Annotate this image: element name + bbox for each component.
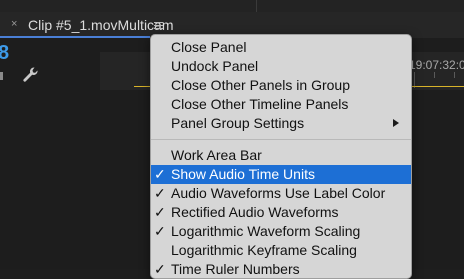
menu-item-show-audio-time-units[interactable]: ✓ Show Audio Time Units (151, 165, 411, 184)
top-strip (0, 0, 464, 12)
ruler-tick (434, 72, 435, 78)
menu-item-audio-waveforms-use-label-color[interactable]: ✓ Audio Waveforms Use Label Color (151, 184, 411, 203)
menu-item-label: Show Audio Time Units (171, 166, 315, 182)
menu-item-logarithmic-waveform-scaling[interactable]: ✓ Logarithmic Waveform Scaling (151, 222, 411, 241)
menu-item-work-area-bar[interactable]: Work Area Bar (151, 146, 411, 165)
checkmark-icon: ✓ (154, 204, 166, 220)
work-area-bar-segment (412, 86, 464, 87)
menu-item-label: Time Ruler Numbers (171, 261, 300, 277)
menu-item-close-other-panels-in-group[interactable]: Close Other Panels in Group (151, 76, 411, 95)
checkmark-icon: ✓ (154, 261, 166, 277)
tab-close-icon[interactable]: × (11, 18, 17, 30)
playhead-timecode[interactable]: 8 (0, 42, 9, 65)
submenu-arrow-icon (393, 119, 399, 127)
menu-item-label: Panel Group Settings (171, 115, 305, 131)
checkmark-icon: ✓ (154, 223, 166, 239)
menu-item-panel-group-settings[interactable]: Panel Group Settings (151, 114, 411, 133)
menu-item-label: Undock Panel (171, 58, 259, 74)
menu-item-close-other-timeline-panels[interactable]: Close Other Timeline Panels (151, 95, 411, 114)
menu-item-label: Close Panel (171, 39, 247, 55)
ruler-tick (454, 72, 455, 78)
menu-item-label: Logarithmic Waveform Scaling (171, 223, 361, 239)
top-strip-divider (256, 0, 257, 12)
menu-item-time-ruler-numbers[interactable]: ✓ Time Ruler Numbers (151, 260, 411, 279)
wrench-icon[interactable] (22, 66, 40, 84)
menu-item-rectified-audio-waveforms[interactable]: ✓ Rectified Audio Waveforms (151, 203, 411, 222)
menu-item-undock-panel[interactable]: Undock Panel (151, 57, 411, 76)
snap-marker (0, 72, 3, 80)
menu-item-close-panel[interactable]: Close Panel (151, 38, 411, 57)
menu-item-label: Rectified Audio Waveforms (171, 204, 339, 220)
ruler-timecode-label: 19:07:32:00 (409, 58, 464, 72)
menu-item-label: Work Area Bar (171, 147, 262, 163)
checkmark-icon: ✓ (154, 185, 166, 201)
menu-item-label: Logarithmic Keyframe Scaling (171, 242, 357, 258)
hamburger-icon[interactable] (154, 22, 163, 29)
menu-divider (151, 139, 411, 140)
checkmark-icon: ✓ (154, 166, 166, 182)
tab-title[interactable]: Clip #5_1.movMulticam (28, 17, 174, 33)
menu-item-label: Close Other Panels in Group (171, 77, 350, 93)
menu-item-label: Audio Waveforms Use Label Color (171, 185, 386, 201)
menu-item-label: Close Other Timeline Panels (171, 96, 349, 112)
panel-menu: Close Panel Undock Panel Close Other Pan… (150, 34, 412, 279)
menu-item-logarithmic-keyframe-scaling[interactable]: Logarithmic Keyframe Scaling (151, 241, 411, 260)
